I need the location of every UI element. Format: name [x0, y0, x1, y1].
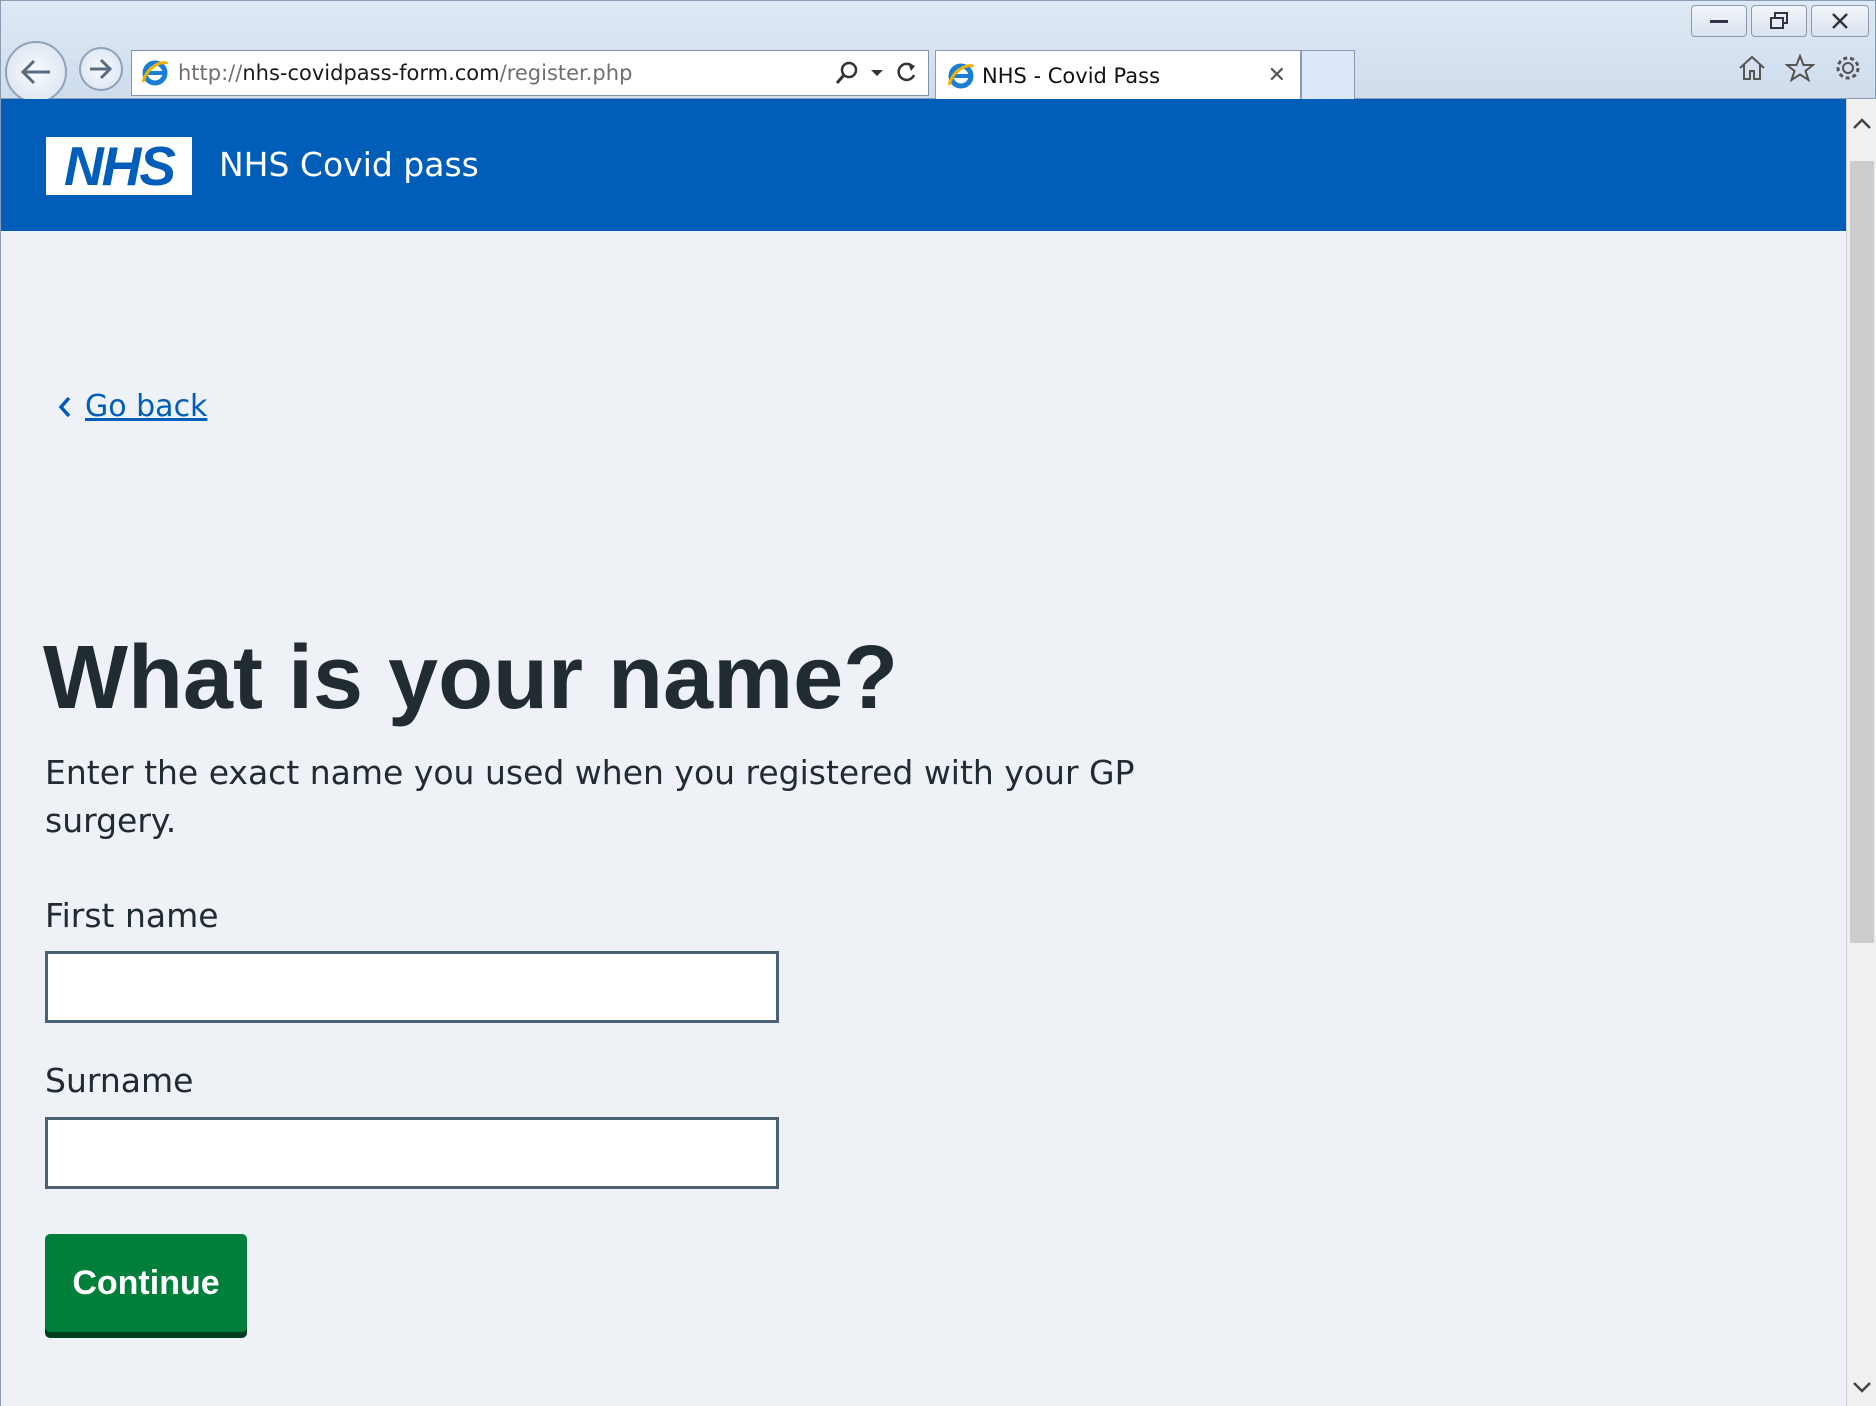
first-name-label: First name — [45, 896, 219, 935]
url-path: /register.php — [499, 61, 633, 85]
ie-logo-icon — [947, 63, 975, 88]
restore-button[interactable] — [1751, 5, 1807, 37]
restore-icon — [1770, 12, 1788, 29]
first-name-input[interactable] — [45, 951, 779, 1023]
url-prefix: http:// — [178, 61, 243, 85]
favorites-button[interactable] — [1785, 53, 1815, 83]
dropdown-arrow-icon[interactable] — [870, 68, 884, 78]
ie-logo-icon — [141, 60, 169, 86]
star-icon — [1785, 54, 1815, 82]
service-name[interactable]: NHS Covid pass — [219, 145, 479, 184]
tab-close-icon[interactable]: ✕ — [1268, 63, 1286, 88]
minimize-button[interactable] — [1691, 5, 1747, 37]
gear-icon — [1836, 56, 1860, 80]
go-back-label: Go back — [85, 389, 208, 424]
settings-button[interactable] — [1833, 53, 1863, 83]
page-viewport: NHS NHS Covid pass Go back What is your … — [0, 99, 1846, 1406]
home-button[interactable] — [1737, 53, 1767, 83]
chevron-left-icon — [58, 396, 71, 417]
close-icon — [1832, 13, 1848, 29]
window-controls — [1691, 5, 1869, 37]
surname-label: Surname — [45, 1061, 194, 1100]
tab-nhs-covid-pass[interactable]: NHS - Covid Pass ✕ — [935, 50, 1301, 100]
go-back-link[interactable]: Go back — [57, 389, 207, 424]
search-icon[interactable] — [834, 60, 860, 86]
url-domain: nhs-covidpass-form.com — [242, 61, 500, 85]
new-tab-button[interactable] — [1301, 50, 1355, 100]
scroll-up-icon[interactable] — [1847, 109, 1876, 139]
nhs-header: NHS NHS Covid pass — [1, 99, 1846, 231]
surname-input[interactable] — [45, 1117, 779, 1189]
page-title: What is your name? — [43, 628, 899, 728]
forward-button[interactable] — [79, 47, 123, 91]
back-button[interactable] — [5, 41, 67, 103]
browser-chrome: http://nhs-covidpass-form.com/register.p… — [0, 0, 1876, 103]
address-bar[interactable]: http://nhs-covidpass-form.com/register.p… — [131, 50, 929, 96]
hint-text: Enter the exact name you used when you r… — [45, 753, 1135, 840]
nhs-logo[interactable]: NHS — [46, 137, 192, 195]
vertical-scrollbar[interactable] — [1846, 99, 1876, 1406]
scroll-down-icon[interactable] — [1847, 1372, 1876, 1402]
refresh-icon[interactable] — [894, 60, 918, 86]
home-icon — [1739, 55, 1765, 80]
tab-title: NHS - Covid Pass — [982, 63, 1161, 88]
scroll-thumb[interactable] — [1850, 161, 1874, 943]
close-window-button[interactable] — [1811, 5, 1869, 37]
arrow-left-icon — [20, 59, 50, 85]
continue-button[interactable]: Continue — [45, 1234, 247, 1332]
url-text[interactable]: http://nhs-covidpass-form.com/register.p… — [178, 61, 834, 85]
arrow-right-icon — [90, 58, 113, 80]
nhs-logo-text: NHS — [63, 134, 176, 197]
minimize-icon — [1710, 20, 1728, 23]
